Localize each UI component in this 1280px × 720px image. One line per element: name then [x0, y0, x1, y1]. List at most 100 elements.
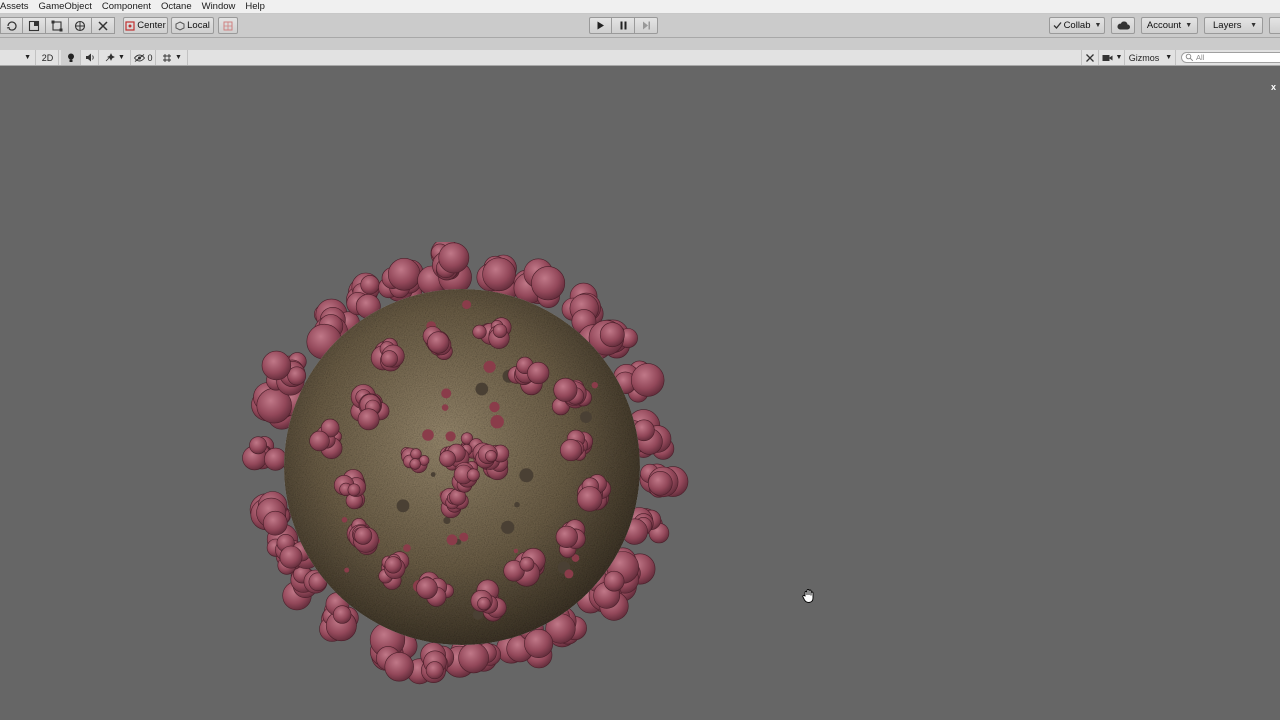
- audio-toggle[interactable]: [82, 50, 99, 65]
- surface-dot: [422, 429, 434, 441]
- pause-button[interactable]: [612, 17, 635, 34]
- scene-search-input[interactable]: All: [1181, 52, 1280, 63]
- spike-protein: [384, 652, 414, 682]
- draw-mode-dropdown[interactable]: ▼: [0, 50, 36, 65]
- spike-protein: [647, 471, 673, 496]
- hidden-objects-toggle[interactable]: 0: [132, 50, 156, 65]
- menu-assets[interactable]: Assets: [0, 0, 34, 14]
- scale-tool-button[interactable]: [23, 17, 46, 34]
- gizmos-dropdown[interactable]: Gizmos ▼: [1126, 50, 1176, 65]
- spike-protein: [531, 266, 566, 301]
- effects-dropdown[interactable]: ▼: [100, 50, 131, 65]
- grid-dropdown[interactable]: ▼: [157, 50, 188, 65]
- spike-protein: [472, 324, 487, 339]
- scene-viewport[interactable]: x: [0, 66, 1280, 720]
- tools-icon: [98, 20, 108, 31]
- spike-protein: [519, 556, 535, 572]
- surface-dot: [462, 300, 472, 310]
- transform-globe-icon: [74, 20, 86, 31]
- tools-icon: [1086, 53, 1094, 62]
- surface-dot: [519, 468, 534, 483]
- hand-cursor-icon: [802, 589, 814, 603]
- spike-protein: [380, 350, 398, 368]
- spike-protein: [555, 525, 578, 549]
- gizmos-label: Gizmos: [1128, 52, 1160, 63]
- mode-2d-label: 2D: [41, 52, 54, 63]
- camera-icon: [1102, 54, 1113, 61]
- unity-editor-window: Assets GameObject Component Octane Windo…: [0, 0, 1280, 720]
- custom-tool-button[interactable]: [92, 17, 115, 34]
- spike-protein: [438, 242, 470, 274]
- cloud-icon: [1116, 21, 1130, 30]
- spike-protein: [577, 486, 603, 512]
- rect-transform-icon: [51, 20, 63, 31]
- virus-3d-model[interactable]: [232, 242, 702, 702]
- snap-button[interactable]: [218, 17, 238, 34]
- camera-dropdown[interactable]: ▼: [1100, 50, 1125, 65]
- menu-octane[interactable]: Octane: [156, 0, 197, 14]
- speaker-icon: [86, 53, 94, 62]
- spike-protein: [524, 628, 554, 658]
- pivot-space-button[interactable]: Local: [171, 17, 214, 34]
- surface-dot: [591, 382, 598, 389]
- layers-dropdown[interactable]: Layers ▼: [1204, 17, 1263, 34]
- collab-label: Collab: [1063, 20, 1091, 31]
- spike-protein: [264, 447, 287, 471]
- grid-snap-icon: [223, 21, 233, 30]
- rect-tool-button[interactable]: [46, 17, 69, 34]
- chevron-down-icon: ▼: [1185, 22, 1193, 29]
- spike-protein: [599, 322, 625, 348]
- surface-dot: [443, 516, 451, 525]
- spike-protein: [354, 526, 373, 545]
- spike-protein: [492, 323, 508, 338]
- mode-2d-toggle[interactable]: 2D: [37, 50, 59, 65]
- layout-dropdown[interactable]: [1269, 17, 1280, 34]
- account-label: Account: [1146, 20, 1182, 31]
- surface-dot: [441, 388, 452, 399]
- search-placeholder: All: [1196, 53, 1205, 62]
- spike-protein: [458, 642, 489, 674]
- effects-icon: [105, 53, 115, 62]
- scene-tools-button[interactable]: [1081, 50, 1099, 65]
- spike-protein: [384, 556, 402, 574]
- spike-protein: [466, 468, 480, 482]
- spike-protein: [309, 430, 330, 452]
- play-button[interactable]: [589, 17, 612, 34]
- step-button[interactable]: [635, 17, 658, 34]
- spike-protein: [427, 331, 450, 354]
- spike-protein: [360, 275, 380, 295]
- surface-dot: [501, 520, 515, 534]
- rotate-tool-button[interactable]: [0, 17, 23, 34]
- menu-component[interactable]: Component: [97, 0, 156, 14]
- spike-protein: [553, 377, 578, 402]
- checkmark-icon: [1053, 22, 1062, 29]
- spike-protein: [262, 510, 288, 536]
- layers-label: Layers: [1213, 20, 1242, 31]
- chevron-down-icon: ▼: [1115, 54, 1123, 61]
- surface-dot: [489, 401, 500, 413]
- cloud-button[interactable]: [1111, 17, 1135, 34]
- scene-view-toolbar: ▼ 2D ▼ 0 ▼ ▼ Gizmos ▼ All: [0, 50, 1280, 66]
- menu-window[interactable]: Window: [197, 0, 241, 14]
- surface-dot: [341, 517, 348, 523]
- spike-protein: [410, 448, 422, 460]
- collab-button[interactable]: Collab ▼: [1049, 17, 1105, 34]
- spike-protein: [409, 458, 421, 470]
- spike-protein: [485, 450, 498, 463]
- chevron-down-icon: ▼: [24, 54, 31, 61]
- pivot-center-button[interactable]: Center: [123, 17, 168, 34]
- close-overlay-button[interactable]: x: [1271, 82, 1276, 92]
- pause-icon: [620, 21, 626, 30]
- menu-help[interactable]: Help: [240, 0, 270, 14]
- spike-protein: [261, 350, 292, 381]
- transform-tool-button[interactable]: [69, 17, 92, 34]
- account-dropdown[interactable]: Account ▼: [1141, 17, 1198, 34]
- lighting-toggle[interactable]: [61, 50, 81, 65]
- spike-protein: [416, 577, 438, 600]
- menu-gameobject[interactable]: GameObject: [34, 0, 97, 14]
- surface-dot: [513, 548, 519, 554]
- spike-protein: [279, 545, 303, 569]
- transform-tools: [0, 17, 115, 34]
- surface-dot: [475, 382, 489, 396]
- spike-protein: [482, 257, 516, 292]
